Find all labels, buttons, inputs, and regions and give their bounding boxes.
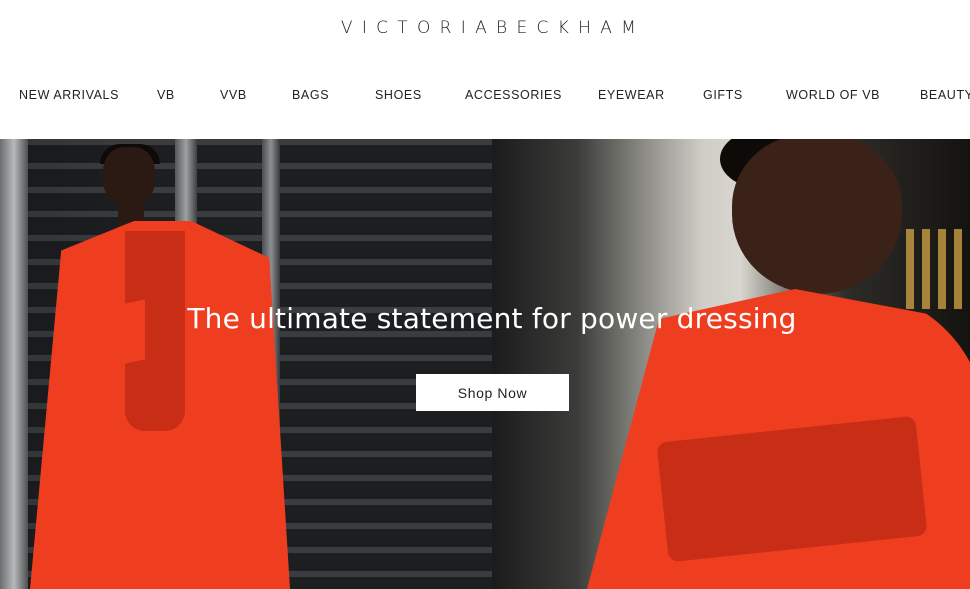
nav-item-new-arrivals[interactable]: NEW ARRIVALS — [19, 88, 119, 102]
main-nav: NEW ARRIVALS VB VVB BAGS SHOES ACCESSORI… — [0, 88, 970, 108]
nav-item-vb[interactable]: VB — [157, 88, 175, 102]
background-lights — [906, 229, 966, 309]
hero-image-left — [0, 139, 492, 589]
hero-image-right — [492, 139, 970, 589]
nav-item-accessories[interactable]: ACCESSORIES — [465, 88, 562, 102]
shop-now-button[interactable]: Shop Now — [416, 374, 569, 411]
nav-item-bags[interactable]: BAGS — [292, 88, 329, 102]
hero-banner[interactable] — [0, 139, 970, 589]
nav-item-vvb[interactable]: VVB — [220, 88, 247, 102]
brand-logo[interactable]: VICTORIABECKHAM — [0, 18, 970, 38]
nav-item-gifts[interactable]: GIFTS — [703, 88, 743, 102]
nav-item-world-of-vb[interactable]: WORLD OF VB — [786, 88, 880, 102]
hero-headline: The ultimate statement for power dressin… — [187, 302, 797, 335]
model-face — [103, 147, 155, 207]
nav-item-eyewear[interactable]: EYEWEAR — [598, 88, 665, 102]
nav-item-shoes[interactable]: SHOES — [375, 88, 422, 102]
nav-item-beauty[interactable]: BEAUTY — [920, 88, 970, 102]
model-face — [732, 139, 902, 294]
site-header: VICTORIABECKHAM NEW ARRIVALS VB VVB BAGS… — [0, 0, 970, 139]
building-pillar — [0, 139, 28, 589]
